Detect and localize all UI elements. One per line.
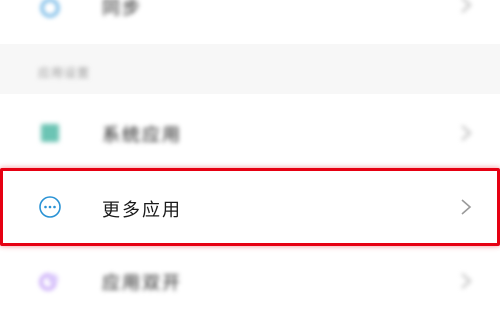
system-apps-row[interactable]: 系统应用 [0, 110, 500, 156]
chevron-right-icon [461, 125, 472, 141]
sync-label: 同步 [102, 0, 142, 19]
chevron-right-icon [461, 0, 472, 13]
sync-icon [40, 0, 60, 18]
sync-row[interactable]: 同步 [0, 0, 500, 26]
system-apps-label: 系统应用 [102, 125, 182, 146]
chevron-right-icon [461, 273, 472, 289]
dual-apps-icon [39, 273, 58, 291]
dual-apps-label: 应用双开 [102, 273, 182, 294]
dual-apps-row[interactable]: 应用双开 [0, 256, 500, 306]
highlight-box [0, 168, 500, 246]
system-apps-icon [41, 124, 59, 142]
section-title: 应用设置 [38, 66, 91, 80]
